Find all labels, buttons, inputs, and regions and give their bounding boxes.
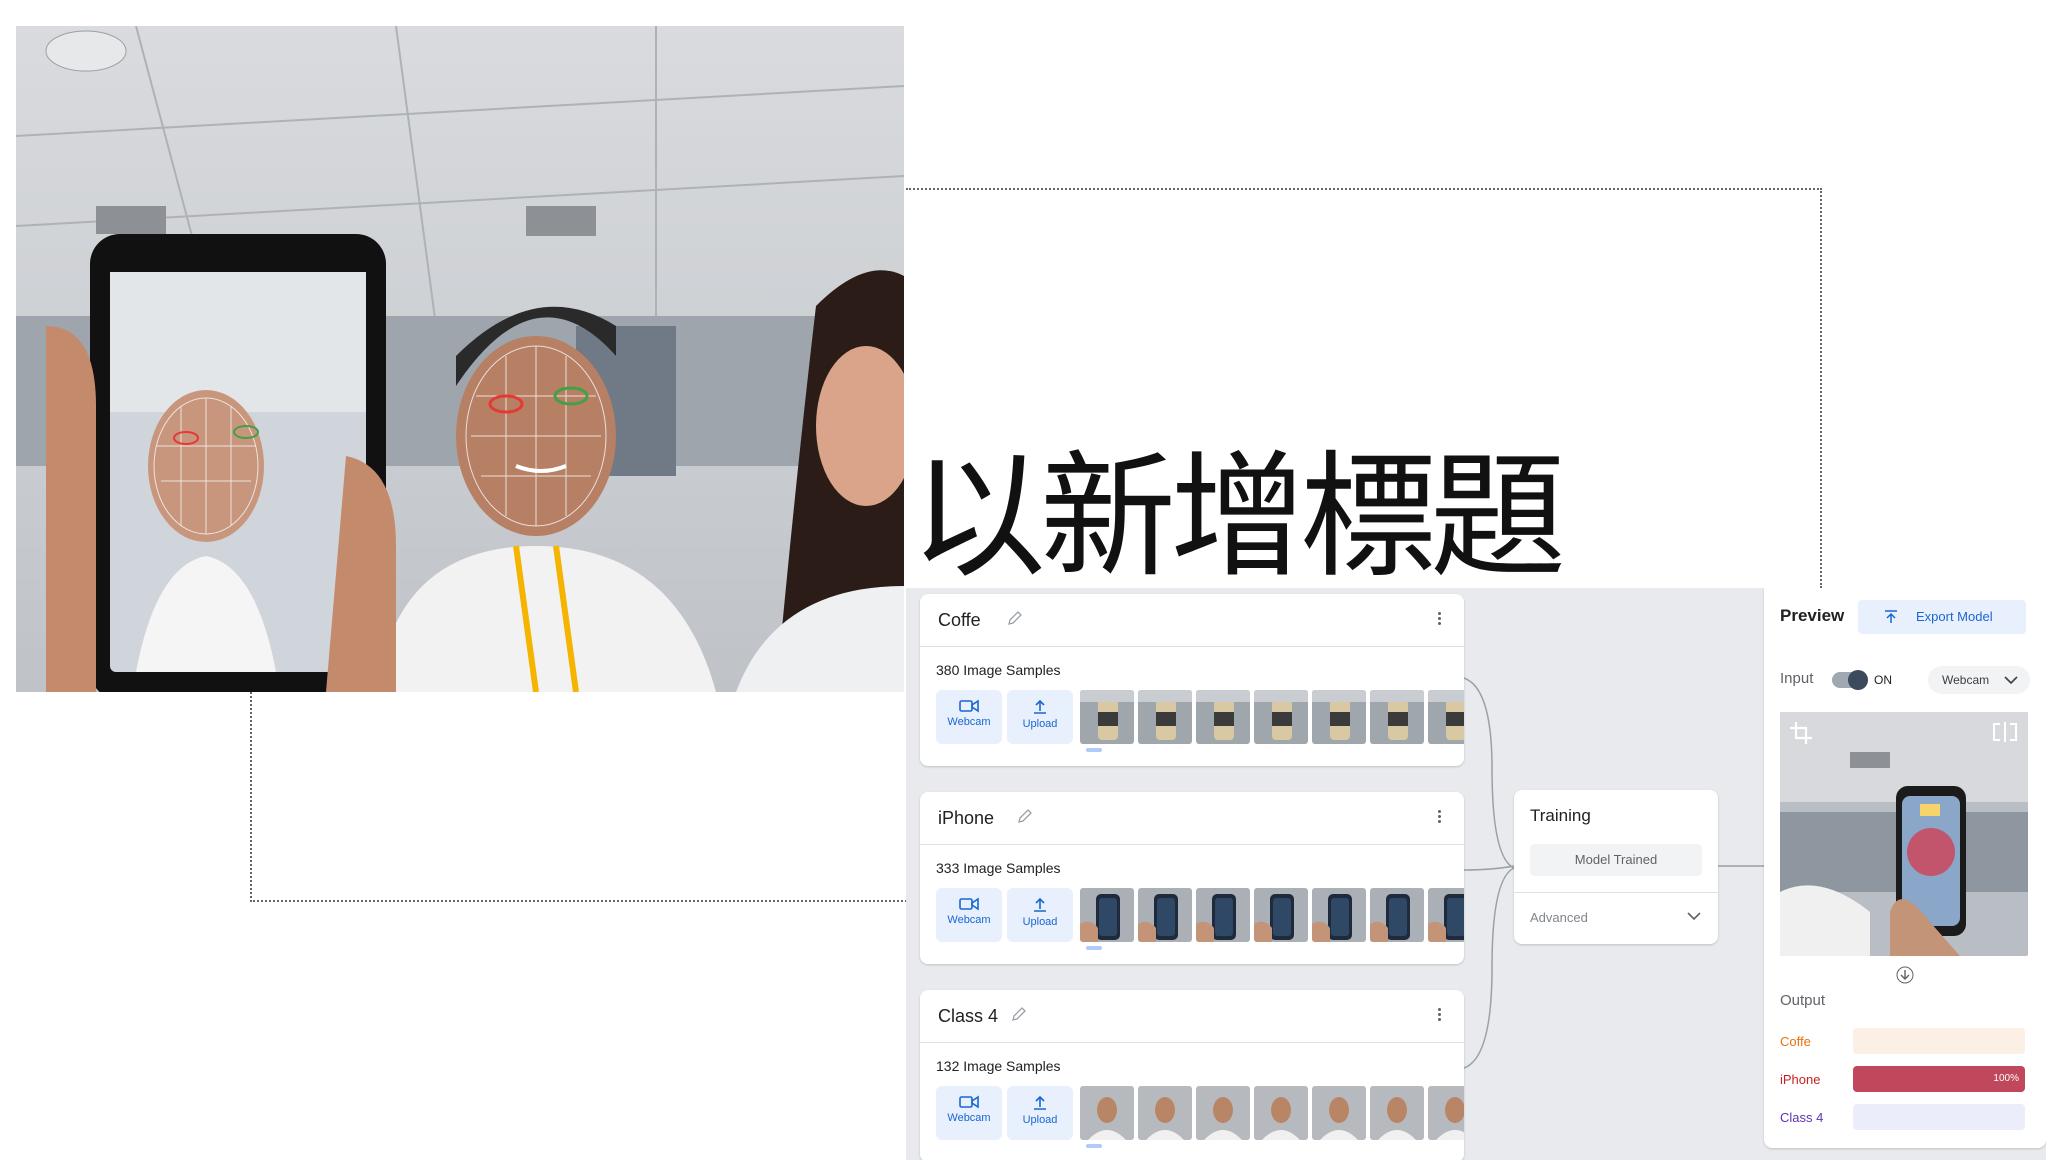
thumbnail[interactable] [1080, 690, 1134, 744]
sample-thumbnails [1080, 690, 1464, 744]
thumbnail[interactable] [1370, 690, 1424, 744]
webcam-button[interactable]: Webcam [936, 1086, 1002, 1140]
upload-button[interactable]: Upload [1007, 1086, 1073, 1140]
upload-icon [1034, 699, 1046, 714]
webcam-label: Webcam [947, 914, 991, 926]
output-confidence-bar [1853, 1104, 2025, 1130]
toggle-state: ON [1874, 673, 1892, 687]
export-label: Export Model [1916, 609, 1993, 624]
webcam-preview [1780, 712, 2028, 956]
sample-thumbnails [1080, 888, 1464, 942]
sample-thumbnails [1080, 1086, 1464, 1140]
thumbnail[interactable] [1254, 690, 1308, 744]
arrow-down-icon [1896, 966, 1914, 984]
divider [1514, 892, 1718, 893]
thumbnail[interactable] [1312, 888, 1366, 942]
card-header: Coffe [920, 594, 1464, 647]
source-value: Webcam [1942, 673, 1990, 687]
advanced-toggle[interactable]: Advanced [1530, 910, 1588, 925]
thumbnail[interactable] [1196, 888, 1250, 942]
model-trained-button[interactable]: Model Trained [1530, 844, 1702, 876]
pencil-icon[interactable] [1016, 807, 1034, 825]
more-options-icon[interactable] [1436, 808, 1442, 828]
confidence-value: 100% [1993, 1073, 2019, 1084]
thumbnail[interactable] [1080, 888, 1134, 942]
more-options-icon[interactable] [1436, 610, 1442, 630]
webcam-button[interactable]: Webcam [936, 888, 1002, 942]
thumbnail[interactable] [1138, 1086, 1192, 1140]
thumbnail[interactable] [1428, 1086, 1464, 1140]
thumbnail[interactable] [1428, 888, 1464, 942]
thumbnail[interactable] [1080, 1086, 1134, 1140]
class-card-class-4: Class 4 132 Image Samples Webcam Upload [920, 990, 1464, 1160]
sample-count: 132 Image Samples [936, 1058, 1061, 1074]
class-name[interactable]: Coffe [938, 610, 981, 631]
chevron-down-icon [2004, 676, 2018, 685]
thumbnail[interactable] [1370, 888, 1424, 942]
thumbnail[interactable] [1312, 1086, 1366, 1140]
card-header: iPhone [920, 792, 1464, 845]
sample-count: 333 Image Samples [936, 860, 1061, 876]
pencil-icon[interactable] [1006, 609, 1024, 627]
photo-image [16, 26, 904, 692]
thumbnail[interactable] [1196, 1086, 1250, 1140]
webcam-photo [16, 26, 904, 692]
thumbnail[interactable] [1254, 1086, 1308, 1140]
upload-label: Upload [1022, 718, 1058, 730]
class-card-coffe: Coffe 380 Image Samples Webcam Upload [920, 594, 1464, 766]
output-confidence-bar: 100% [1853, 1066, 2025, 1092]
thumbnail[interactable] [1254, 888, 1308, 942]
thumbnail[interactable] [1196, 690, 1250, 744]
upload-icon [1034, 1095, 1046, 1110]
input-toggle[interactable] [1832, 670, 1868, 690]
export-model-button[interactable]: Export Model [1858, 600, 2026, 634]
preview-title: Preview [1780, 606, 1845, 625]
input-source-select[interactable]: Webcam [1928, 666, 2030, 694]
card-header: Class 4 [920, 990, 1464, 1043]
thumbnail-scrollbar[interactable] [1080, 1144, 1460, 1148]
upload-button[interactable]: Upload [1007, 888, 1073, 942]
placeholder-border-bottom [250, 692, 910, 902]
video-camera-icon [959, 699, 979, 713]
thumbnail-scrollbar[interactable] [1080, 748, 1460, 752]
class-name[interactable]: iPhone [938, 808, 994, 829]
class-name[interactable]: Class 4 [938, 1006, 998, 1027]
output-class-label: Class 4 [1780, 1110, 1824, 1125]
upload-button[interactable]: Upload [1007, 690, 1073, 744]
thumbnail-scrollbar[interactable] [1080, 946, 1460, 950]
output-class-label: iPhone [1780, 1072, 1821, 1087]
more-options-icon[interactable] [1436, 1006, 1442, 1026]
output-class-label: Coffe [1780, 1034, 1811, 1049]
output-confidence-bar [1853, 1028, 2025, 1054]
input-label: Input [1780, 670, 1814, 687]
sample-count: 380 Image Samples [936, 662, 1061, 678]
webcam-label: Webcam [947, 1112, 991, 1124]
preview-panel: Preview Export Model Input ON Webcam Out… [1764, 588, 2046, 1148]
webcam-button[interactable]: Webcam [936, 690, 1002, 744]
thumbnail[interactable] [1370, 1086, 1424, 1140]
pencil-icon[interactable] [1010, 1005, 1028, 1023]
training-card: Training Model Trained Advanced [1514, 790, 1718, 944]
upload-label: Upload [1022, 916, 1058, 928]
upload-icon [1034, 897, 1046, 912]
output-label: Output [1780, 992, 1826, 1009]
thumbnail[interactable] [1138, 690, 1192, 744]
export-icon [1885, 610, 1897, 623]
thumbnail[interactable] [1428, 690, 1464, 744]
thumbnail[interactable] [1312, 690, 1366, 744]
thumbnail[interactable] [1138, 888, 1192, 942]
chevron-down-icon[interactable] [1686, 908, 1702, 924]
slide-title[interactable]: 以新增標題 [910, 438, 1566, 598]
training-title: Training [1530, 806, 1591, 825]
class-card-iphone: iPhone 333 Image Samples Webcam Upload [920, 792, 1464, 964]
video-camera-icon [959, 897, 979, 911]
video-camera-icon [959, 1095, 979, 1109]
teachable-machine-panel: Coffe 380 Image Samples Webcam Upload iP… [906, 588, 2046, 1160]
upload-label: Upload [1022, 1114, 1058, 1126]
webcam-label: Webcam [947, 716, 991, 728]
